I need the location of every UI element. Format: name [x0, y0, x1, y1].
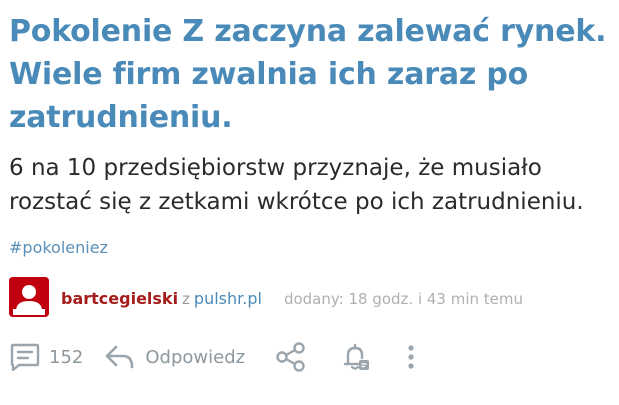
more-options-button[interactable] [407, 344, 415, 370]
action-bar: 152 Odpowiedz [9, 340, 415, 374]
avatar[interactable] [9, 277, 49, 317]
hashtag-link[interactable]: #pokoleniez [9, 238, 108, 257]
user-avatar-icon [9, 277, 49, 317]
reply-label: Odpowiedz [145, 346, 246, 368]
post-title[interactable]: Pokolenie Z zaczyna zalewać rynek. Wiele… [9, 10, 609, 139]
bell-icon [343, 343, 370, 370]
source-link[interactable]: pulshr.pl [194, 289, 262, 308]
share-button[interactable] [275, 342, 307, 372]
post-lead: 6 na 10 przedsiębiorstw przyznaje, że mu… [9, 155, 584, 215]
comment-icon [10, 343, 40, 371]
reply-arrow-icon [106, 345, 134, 369]
comments-button[interactable]: 152 [9, 343, 83, 371]
share-icon [276, 342, 305, 372]
more-vertical-icon [408, 345, 414, 369]
reply-button[interactable]: Odpowiedz [105, 344, 245, 370]
author-link[interactable]: bartcegielski [61, 289, 178, 308]
notify-button[interactable] [341, 342, 371, 372]
post-meta: bartcegielski z pulshr.pl dodany: 18 godz. … [61, 289, 523, 308]
added-time: dodany: 18 godz. i 43 min temu [283, 290, 524, 308]
source-prefix: z [182, 290, 190, 308]
comments-count: 152 [49, 346, 84, 368]
